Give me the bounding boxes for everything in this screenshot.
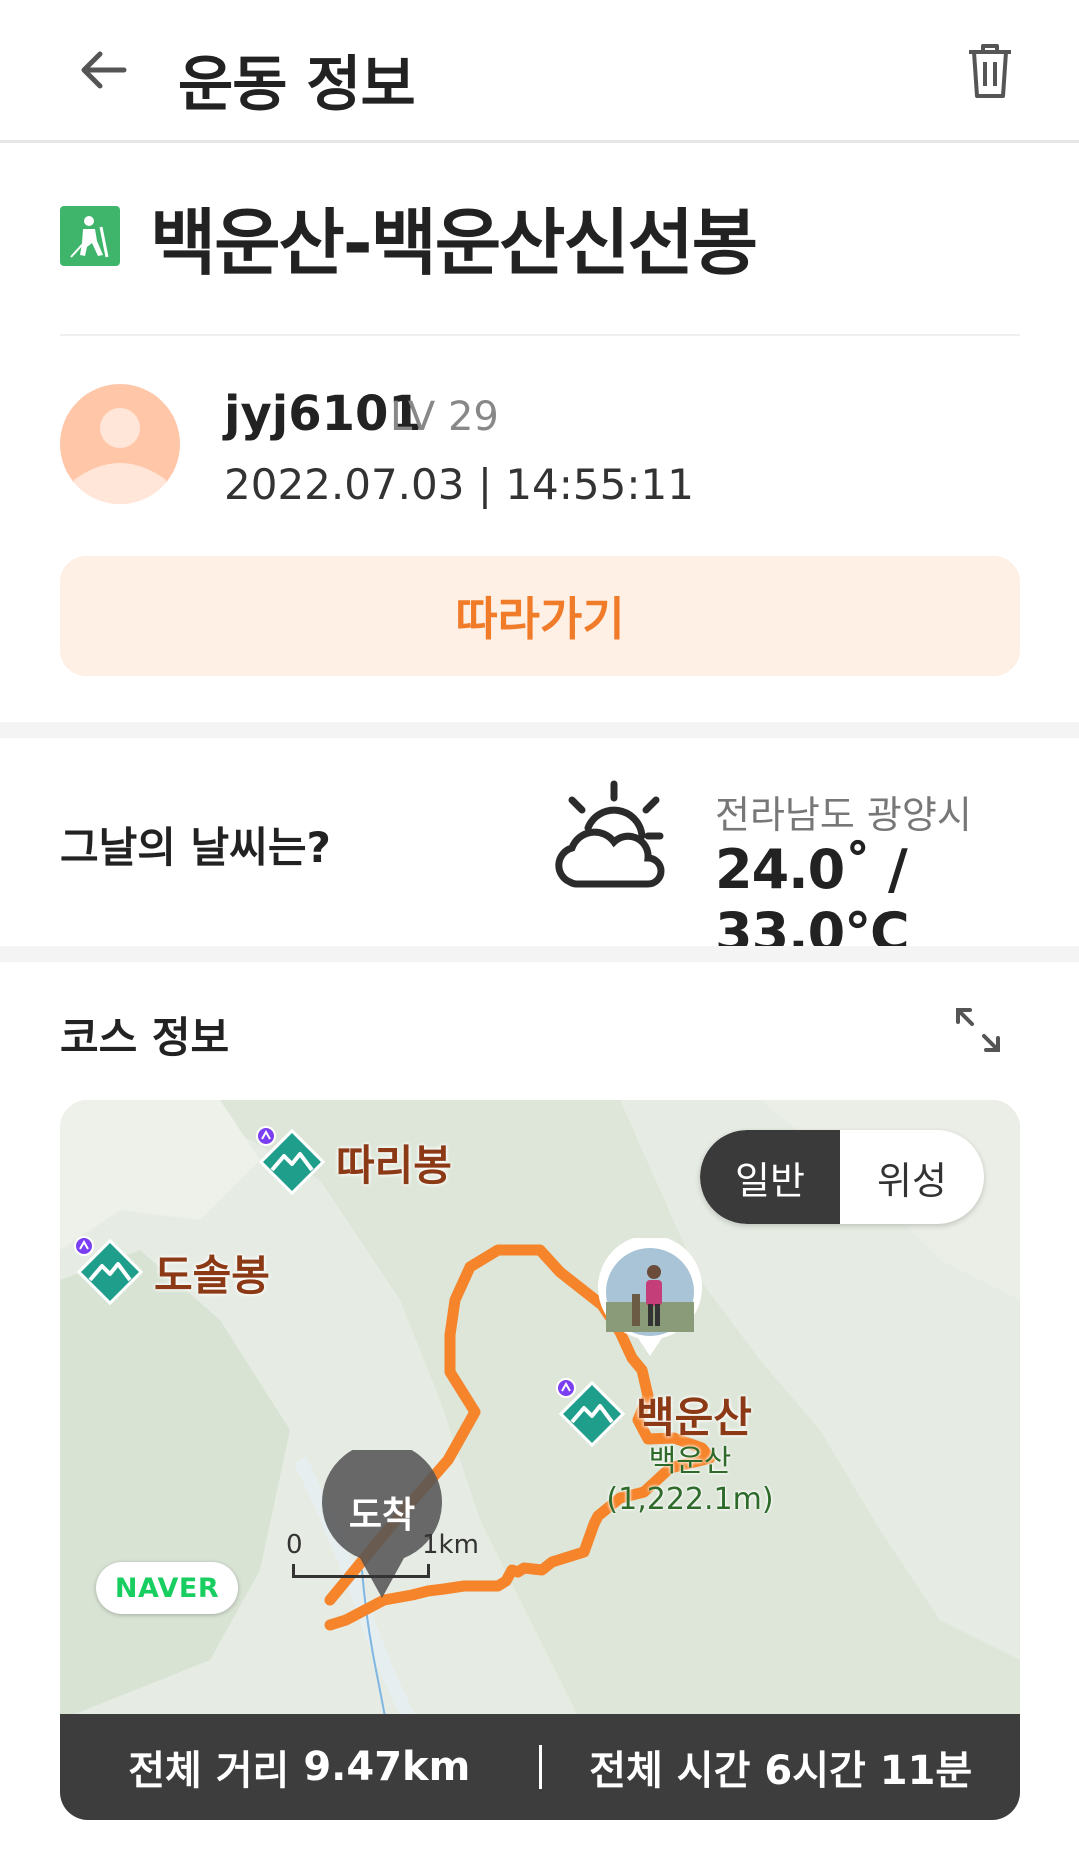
peak-marker-ttaribong[interactable]: 따리봉 xyxy=(256,1126,452,1198)
course-section-title: 코스 정보 xyxy=(60,1013,230,1062)
route-title: 백운산-백운산신선봉 xyxy=(150,200,758,285)
total-distance-label: 전체 거리 xyxy=(128,1748,290,1794)
total-time-label: 전체 시간 xyxy=(589,1748,751,1794)
photo-pin-icon xyxy=(598,1235,702,1356)
trash-icon xyxy=(969,44,1011,98)
route-header: 백운산-백운산신선봉 xyxy=(60,186,758,286)
expand-icon xyxy=(956,1008,1000,1052)
toggle-satellite[interactable]: 위성 xyxy=(840,1130,984,1224)
peak-label: 백운산 xyxy=(636,1392,752,1442)
peak-elevation: (1,222.1m) xyxy=(606,1482,774,1517)
avatar[interactable] xyxy=(60,384,180,504)
scale-start: 0 xyxy=(286,1530,303,1560)
delete-button[interactable] xyxy=(958,36,1022,106)
peak-label: 따리봉 xyxy=(336,1140,452,1190)
peak-label: 도솔봉 xyxy=(154,1250,270,1300)
section-divider xyxy=(0,946,1079,962)
peak-sublabel: 백운산 xyxy=(648,1444,732,1479)
follow-button[interactable]: 따라가기 xyxy=(60,556,1020,676)
total-distance: 전체 거리 9.47km xyxy=(60,1738,539,1796)
peak-marker-baegunsan[interactable]: 백운산 xyxy=(556,1378,752,1450)
course-stats-bar: 전체 거리 9.47km 전체 시간 6시간 11분 xyxy=(60,1714,1020,1820)
page-title: 운동 정보 xyxy=(178,50,416,120)
peak-marker-dosolbong[interactable]: 도솔봉 xyxy=(74,1236,270,1308)
workout-datetime: 2022.07.03 | 14:55:11 xyxy=(224,460,694,509)
course-map[interactable]: 일반 위성 따리봉 도솔봉 백운산 백운산 (1,222.1m) 도착 NAVE… xyxy=(60,1100,1020,1820)
back-arrow-icon xyxy=(81,51,127,89)
naver-logo: NAVER xyxy=(96,1562,238,1614)
scale-end: 1km xyxy=(422,1530,479,1560)
scale-bar xyxy=(292,1564,430,1578)
expand-map-button[interactable] xyxy=(948,1000,1008,1060)
map-type-toggle[interactable]: 일반 위성 xyxy=(700,1130,984,1224)
weather-question: 그날의 날씨는? xyxy=(60,823,331,872)
user-level: LV 29 xyxy=(390,394,499,440)
section-divider xyxy=(0,722,1079,738)
person-icon xyxy=(74,408,166,504)
weather-location: 전라남도 광양시 xyxy=(715,793,972,837)
mountain-icon xyxy=(556,1378,626,1448)
partly-cloudy-icon xyxy=(555,780,665,888)
total-time-value: 6시간 11분 xyxy=(764,1748,973,1794)
divider xyxy=(60,334,1020,336)
toggle-general[interactable]: 일반 xyxy=(700,1130,840,1224)
hiking-icon xyxy=(60,206,120,266)
naver-label: NAVER xyxy=(114,1572,220,1604)
mountain-icon xyxy=(74,1236,144,1306)
photo-marker[interactable] xyxy=(594,1235,706,1358)
total-distance-value: 9.47km xyxy=(303,1744,471,1790)
back-button[interactable] xyxy=(68,38,138,102)
app-header: 운동 정보 xyxy=(0,0,1079,143)
total-time: 전체 시간 6시간 11분 xyxy=(542,1738,1021,1796)
follow-button-label: 따라가기 xyxy=(455,592,625,646)
mountain-icon xyxy=(256,1126,326,1196)
